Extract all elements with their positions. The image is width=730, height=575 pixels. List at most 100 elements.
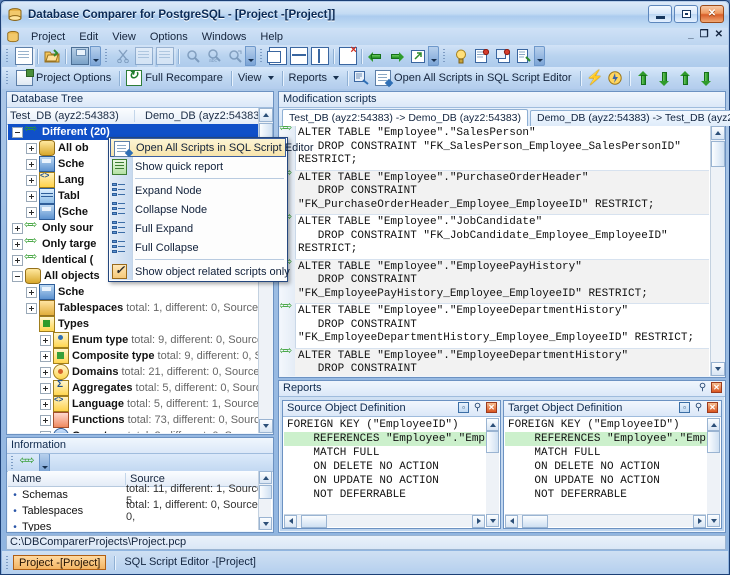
information-row[interactable]: •Tablespacestotal: 1, different: 0, Sour… — [8, 503, 272, 519]
tree-row[interactable]: Tablespacestotal: 1, different: 0, Sourc… — [8, 300, 272, 316]
tree-row[interactable]: Composite typetotal: 9, different: 0, So… — [8, 348, 272, 364]
close-window-button[interactable] — [337, 46, 358, 66]
scroll-up-button[interactable] — [259, 108, 273, 122]
edit-toolbar-overflow[interactable] — [245, 46, 256, 66]
collapse-icon[interactable] — [12, 271, 23, 282]
compare-scripts-button[interactable] — [351, 68, 372, 88]
scroll-thumb[interactable] — [301, 515, 327, 528]
unregister-database-button[interactable] — [492, 46, 513, 66]
expand-icon[interactable] — [26, 143, 37, 154]
scroll-thumb[interactable] — [259, 485, 272, 499]
db-toolbar-overflow[interactable] — [534, 46, 545, 66]
expand-icon[interactable] — [26, 159, 37, 170]
register-database-button[interactable] — [471, 46, 492, 66]
save-button[interactable] — [69, 46, 90, 66]
full-recompare-button[interactable]: Full Recompare — [123, 68, 228, 88]
scroll-thumb[interactable] — [486, 431, 499, 453]
menu-item-view[interactable]: View — [105, 30, 143, 44]
sql-script-block[interactable]: ALTER TABLE "Employee"."EmployeeDepartme… — [295, 349, 709, 377]
sql-script-block[interactable]: ALTER TABLE "Employee"."PurchaseOrderHea… — [295, 171, 709, 216]
restore-icon[interactable]: ▫ — [458, 402, 469, 413]
close-button[interactable]: ✕ — [700, 5, 724, 23]
cascade-windows-button[interactable] — [267, 46, 288, 66]
database-properties-button[interactable] — [513, 46, 534, 66]
tree-row[interactable]: Functionstotal: 73, different: 0, Source… — [8, 412, 272, 428]
expand-icon[interactable] — [26, 303, 37, 314]
maximize-button[interactable] — [674, 5, 698, 23]
context-menu-item[interactable]: Expand Node — [109, 181, 287, 200]
execute-icon-button[interactable]: ⚡ — [584, 68, 605, 88]
menu-item-windows[interactable]: Windows — [195, 30, 254, 44]
expand-icon[interactable] — [12, 255, 23, 266]
sql-script-block[interactable]: ALTER TABLE "Employee"."EmployeePayHisto… — [295, 260, 709, 305]
tree-column-source[interactable]: Test_DB (ayz2:54383) — [7, 110, 135, 122]
last-script-button[interactable] — [696, 68, 717, 88]
tile-horizontal-button[interactable] — [288, 46, 309, 66]
information-vertical-scrollbar[interactable] — [258, 471, 271, 530]
close-icon[interactable]: ✕ — [707, 402, 718, 413]
copy-button[interactable] — [133, 46, 154, 66]
view-menu-button[interactable]: View — [235, 68, 279, 88]
target-horizontal-scrollbar[interactable] — [505, 514, 706, 527]
scroll-down-button[interactable] — [259, 419, 273, 433]
scroll-up-button[interactable] — [711, 126, 725, 140]
task-bar-item[interactable]: SQL Script Editor -[Project] — [119, 555, 261, 570]
tree-row[interactable]: Sche — [8, 284, 272, 300]
task-bar-item[interactable]: Project -[Project] — [13, 555, 106, 570]
mdi-minimize-button[interactable]: _ — [688, 29, 694, 40]
source-definition-code[interactable]: FOREIGN KEY ("EmployeeID") REFERENCES "E… — [284, 418, 499, 527]
expand-icon[interactable] — [40, 351, 51, 362]
scroll-down-button[interactable] — [486, 514, 499, 527]
menu-item-edit[interactable]: Edit — [72, 30, 105, 44]
tree-row[interactable]: Aggregatestotal: 5, different: 0, Source… — [8, 380, 272, 396]
expand-icon[interactable] — [26, 287, 37, 298]
script-tab[interactable]: Test_DB (ayz2:54383) -> Demo_DB (ayz2:54… — [282, 109, 528, 126]
close-icon[interactable]: ✕ — [711, 382, 722, 393]
compare-arrows-icon-button[interactable]: ⇦ ⇨ — [18, 453, 39, 473]
toolbar-grip[interactable] — [103, 48, 110, 64]
scroll-down-button[interactable] — [711, 362, 725, 376]
target-vertical-scrollbar[interactable] — [707, 418, 720, 527]
tree-row[interactable]: Types — [8, 316, 272, 332]
expand-icon[interactable] — [26, 191, 37, 202]
information-toolbar-overflow[interactable] — [39, 453, 50, 473]
sql-script-block[interactable]: ALTER TABLE "Employee"."SalesPerson" DRO… — [295, 126, 709, 171]
scroll-down-button[interactable] — [707, 514, 720, 527]
restore-icon[interactable]: ▫ — [679, 402, 690, 413]
scroll-up-button[interactable] — [259, 471, 272, 484]
toolbar-grip[interactable] — [441, 48, 448, 64]
toolbar-grip[interactable] — [4, 555, 11, 571]
cut-button[interactable] — [112, 46, 133, 66]
sql-script-block[interactable]: ALTER TABLE "Employee"."JobCandidate" DR… — [295, 215, 709, 260]
scroll-up-button[interactable] — [707, 418, 720, 431]
expand-icon[interactable] — [40, 383, 51, 394]
toolbar-grip[interactable] — [9, 455, 16, 471]
expand-icon[interactable] — [40, 335, 51, 346]
scroll-thumb[interactable] — [707, 431, 720, 453]
execute-alt-icon-button[interactable] — [605, 68, 626, 88]
tree-row[interactable]: Languagetotal: 5, different: 1, Source: … — [8, 396, 272, 412]
toolbar-grip[interactable] — [4, 70, 11, 86]
menu-item-help[interactable]: Help — [253, 30, 290, 44]
menu-item-project[interactable]: Project — [24, 30, 72, 44]
script-tab[interactable]: Demo_DB (ayz2:54383) -> Test_DB (ayz2:54… — [530, 110, 730, 126]
scroll-thumb[interactable] — [711, 141, 725, 167]
tile-vertical-button[interactable] — [309, 46, 330, 66]
new-button[interactable] — [13, 46, 34, 66]
collapse-icon[interactable] — [12, 127, 23, 138]
back-button[interactable] — [365, 46, 386, 66]
next-script-button[interactable] — [675, 68, 696, 88]
source-horizontal-scrollbar[interactable] — [284, 514, 485, 527]
scroll-up-button[interactable] — [486, 418, 499, 431]
replace-button[interactable] — [224, 46, 245, 66]
prev-script-button[interactable] — [654, 68, 675, 88]
target-definition-code[interactable]: FOREIGN KEY ("EmployeeID") REFERENCES "E… — [505, 418, 720, 527]
minimize-button[interactable] — [648, 5, 672, 23]
toolbar-grip[interactable] — [4, 48, 11, 64]
expand-icon[interactable] — [12, 223, 23, 234]
pin-icon[interactable]: ⚲ — [472, 402, 483, 413]
context-menu-item[interactable]: Show quick report — [109, 157, 287, 176]
expand-icon[interactable] — [40, 415, 51, 426]
menu-item-options[interactable]: Options — [143, 30, 195, 44]
find-button[interactable] — [182, 46, 203, 66]
